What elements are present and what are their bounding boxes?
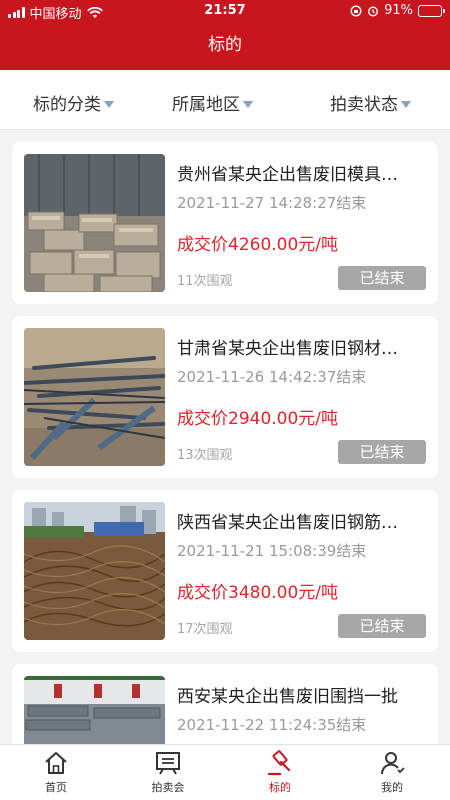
lot-end-time: 2021-11-22 11:24:35结束 xyxy=(177,716,367,734)
dropdown-caret-icon xyxy=(401,101,411,108)
lot-views: 11次围观 xyxy=(177,274,233,289)
lot-photo xyxy=(24,502,165,640)
dropdown-caret-icon xyxy=(104,101,114,108)
lot-title: 陕西省某央企出售废旧钢筋… xyxy=(177,513,398,533)
page-title: 标的 xyxy=(0,22,450,70)
status-badge: 已结束 xyxy=(338,440,426,464)
status-badge: 已结束 xyxy=(338,614,426,638)
lot-photo xyxy=(24,676,165,744)
status-badge: 已结束 xyxy=(338,266,426,290)
lot-price: 成交价4260.00元/吨 xyxy=(177,235,339,255)
tab-lots[interactable]: 标的 xyxy=(224,749,336,795)
lot-end-time: 2021-11-26 14:42:37结束 xyxy=(177,368,367,386)
lot-card[interactable]: 西安某央企出售废旧围挡一批 2021-11-22 11:24:35结束 xyxy=(12,664,438,744)
auction-board-icon xyxy=(156,752,180,775)
battery-icon xyxy=(418,4,445,17)
filter-bar: 标的分类 所属地区 拍卖状态 xyxy=(0,70,450,130)
rotation-lock-icon xyxy=(350,4,362,17)
lot-card[interactable]: 甘肃省某央企出售废旧钢材… 2021-11-26 14:42:37结束 成交价2… xyxy=(12,316,438,478)
filter-label: 所属地区 xyxy=(172,95,240,115)
lot-end-time: 2021-11-21 15:08:39结束 xyxy=(177,542,367,560)
lot-list[interactable]: 贵州省某央企出售废旧模具… 2021-11-27 14:28:27结束 成交价4… xyxy=(0,130,450,744)
tab-label: 首页 xyxy=(45,781,67,794)
tab-home[interactable]: 首页 xyxy=(0,749,112,795)
filter-region[interactable]: 所属地区 xyxy=(172,90,253,115)
user-icon xyxy=(380,752,405,775)
filter-label: 拍卖状态 xyxy=(330,95,398,115)
lot-price: 成交价3480.00元/吨 xyxy=(177,583,339,603)
dropdown-caret-icon xyxy=(243,101,253,108)
battery-percent: 91% xyxy=(384,3,413,18)
bottom-tab-bar: 首页 拍卖会 标的 我的 xyxy=(0,744,450,800)
filter-category[interactable]: 标的分类 xyxy=(33,90,114,115)
gavel-icon xyxy=(267,750,291,776)
status-bar: 中国移动 21:57 91% xyxy=(0,0,450,22)
lot-views: 17次围观 xyxy=(177,622,233,637)
lot-price: 成交价2940.00元/吨 xyxy=(177,409,339,429)
tab-label: 拍卖会 xyxy=(151,781,185,794)
tab-auction[interactable]: 拍卖会 xyxy=(112,749,224,795)
lot-card[interactable]: 贵州省某央企出售废旧模具… 2021-11-27 14:28:27结束 成交价4… xyxy=(12,142,438,304)
system-indicators: 91% xyxy=(350,3,445,18)
tab-label: 我的 xyxy=(381,781,403,794)
lot-views: 13次围观 xyxy=(177,448,233,463)
filter-status[interactable]: 拍卖状态 xyxy=(330,90,411,115)
alarm-icon xyxy=(368,5,379,17)
lot-title: 西安某央企出售废旧围挡一批 xyxy=(177,687,398,707)
lot-title: 甘肃省某央企出售废旧钢材… xyxy=(177,339,398,359)
filter-label: 标的分类 xyxy=(33,95,101,115)
lot-title: 贵州省某央企出售废旧模具… xyxy=(177,165,398,185)
lot-card[interactable]: 陕西省某央企出售废旧钢筋… 2021-11-21 15:08:39结束 成交价3… xyxy=(12,490,438,652)
tab-mine[interactable]: 我的 xyxy=(336,749,448,795)
lot-end-time: 2021-11-27 14:28:27结束 xyxy=(177,194,367,212)
lot-photo xyxy=(24,154,165,292)
lot-photo xyxy=(24,328,165,466)
home-icon xyxy=(45,752,67,774)
tab-label: 标的 xyxy=(269,781,291,794)
